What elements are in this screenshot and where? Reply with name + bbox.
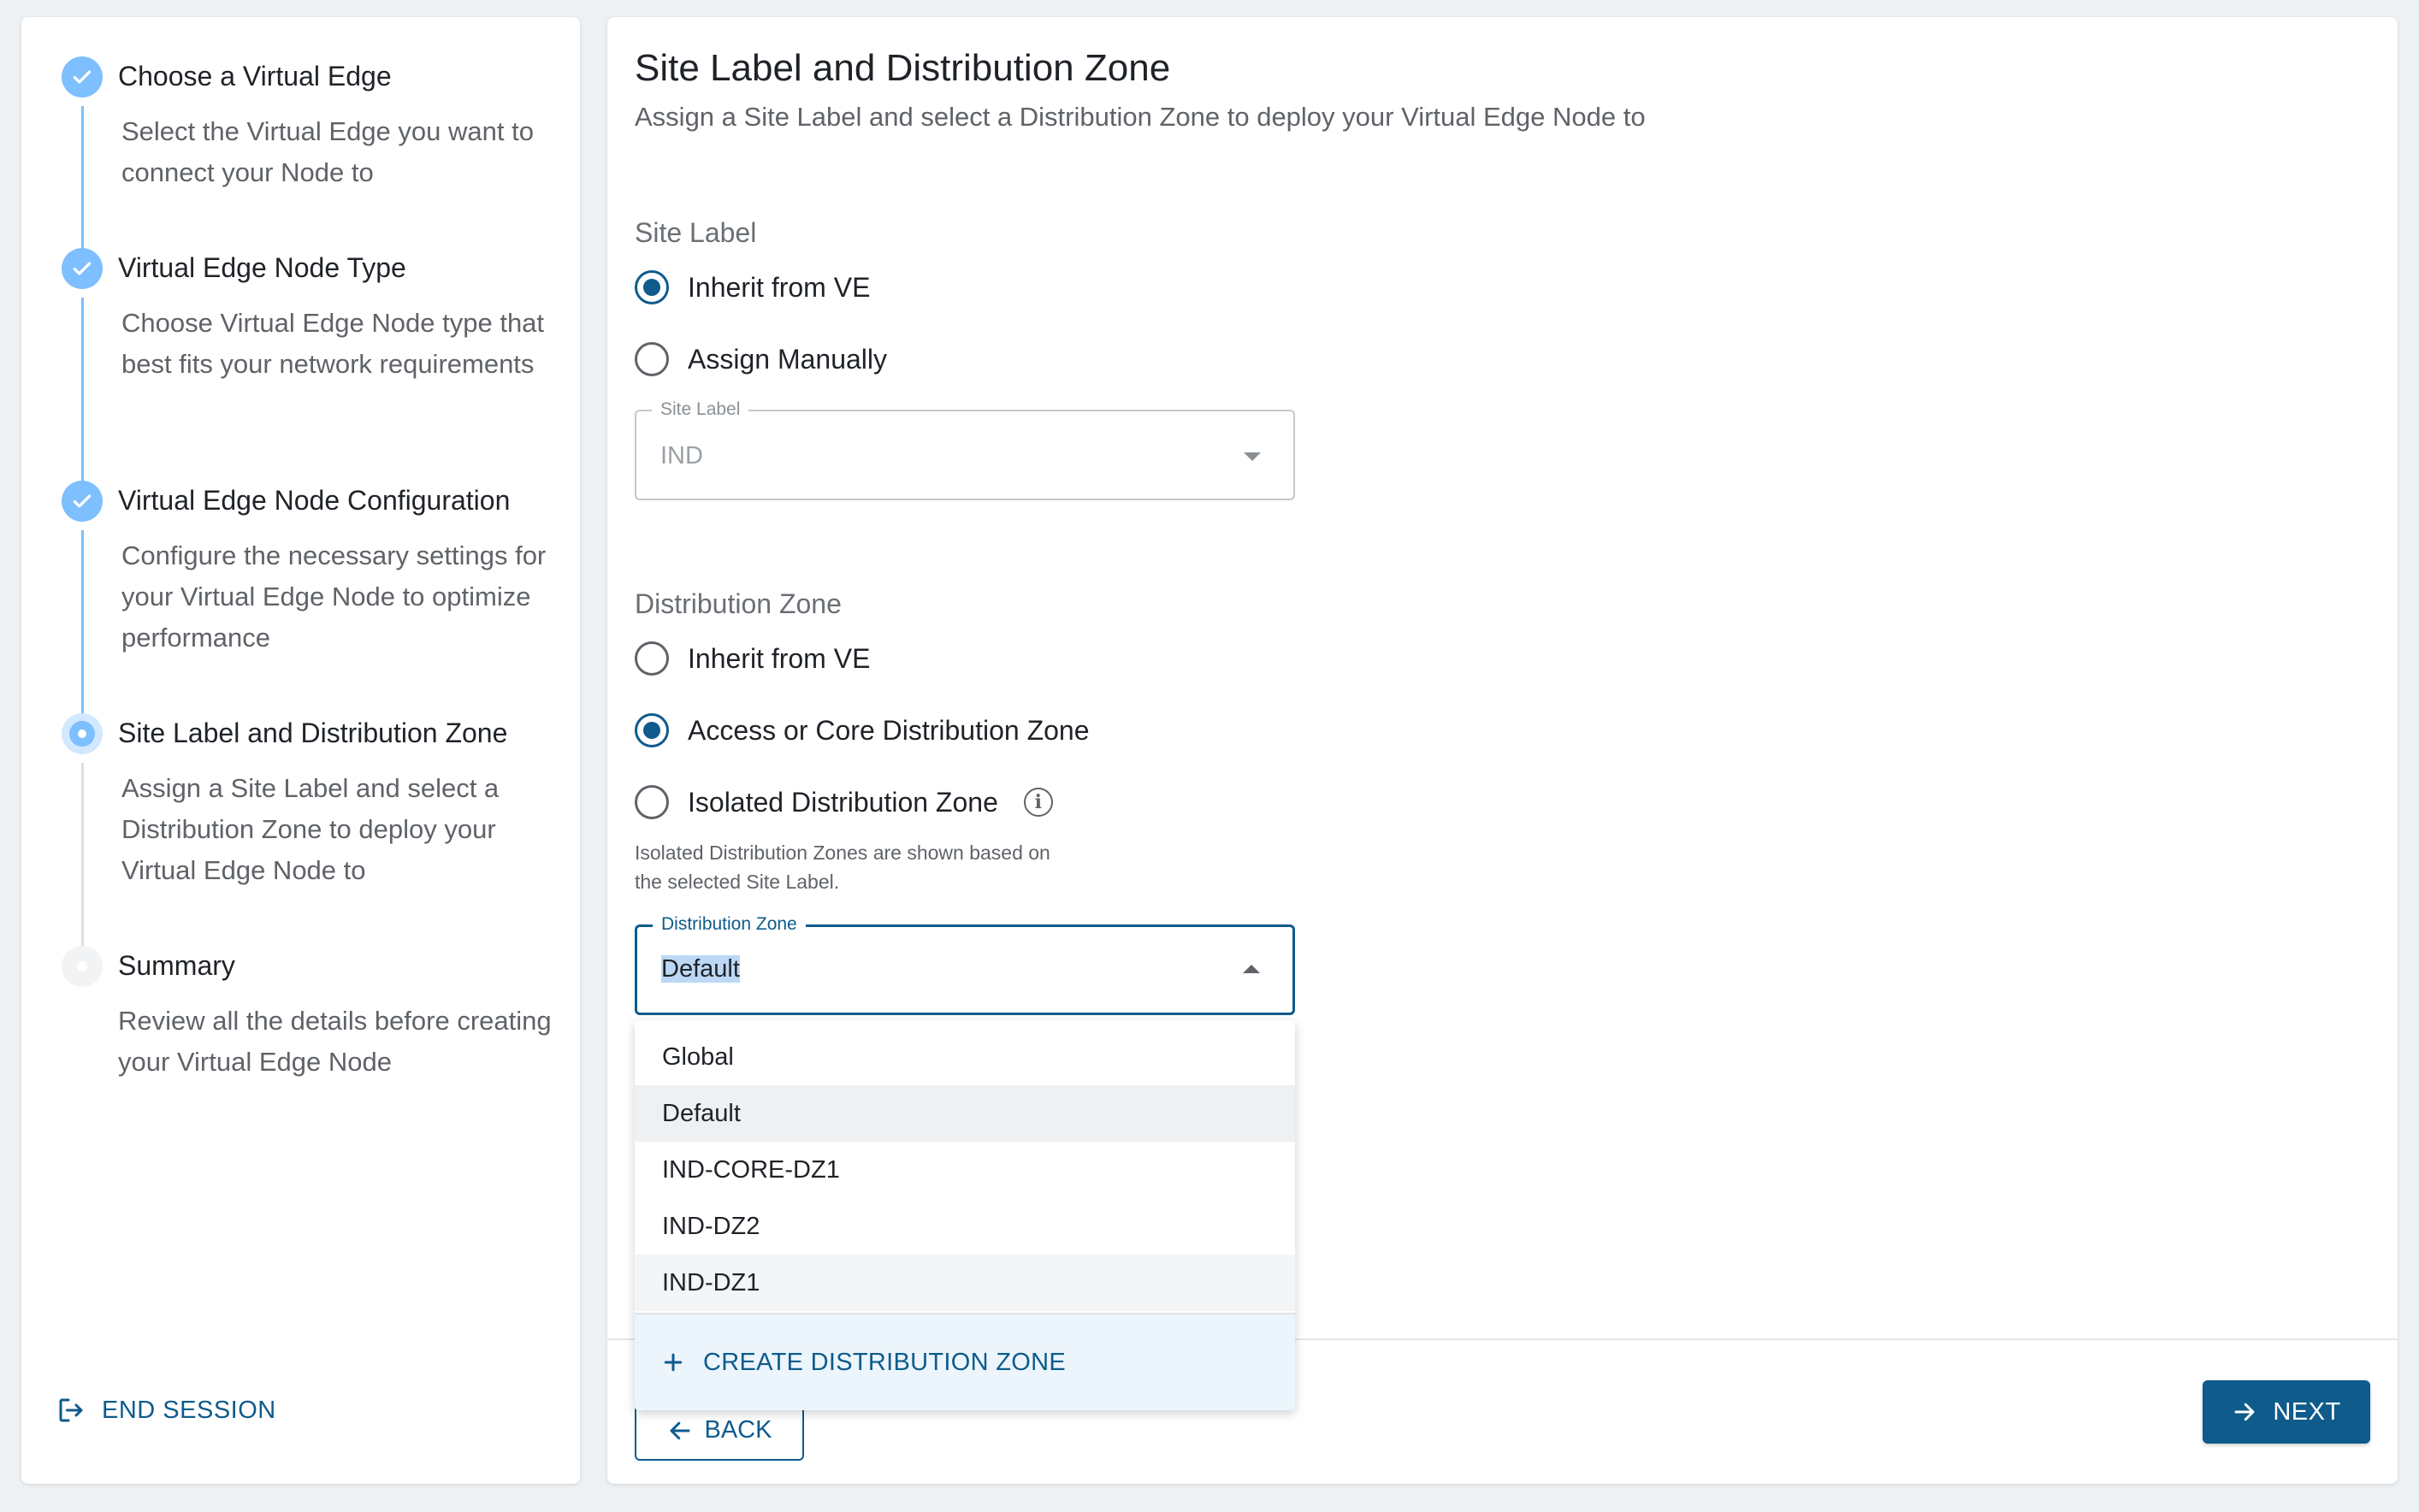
- menu-item-ind-core-dz1[interactable]: IND-CORE-DZ1: [635, 1142, 1295, 1198]
- page-subtitle: Assign a Site Label and select a Distrib…: [635, 102, 1646, 132]
- menu-item-global[interactable]: Global: [635, 1029, 1295, 1085]
- radio-button-checked[interactable]: [635, 270, 669, 304]
- step-4-description: Assign a Site Label and select a Distrib…: [121, 773, 500, 885]
- back-label: BACK: [704, 1416, 772, 1444]
- caret-up-icon: [1243, 965, 1260, 973]
- step-4-active-icon: [62, 713, 103, 754]
- arrow-right-icon: [2234, 1403, 2255, 1421]
- step-1-description: Select the Virtual Edge you want to conn…: [121, 116, 534, 187]
- radio-button[interactable]: [635, 641, 669, 676]
- radio-button[interactable]: [635, 785, 669, 819]
- next-button[interactable]: NEXT: [2203, 1380, 2370, 1444]
- site-label-field-legend: Site Label: [652, 399, 749, 420]
- step-3-description: Configure the necessary settings for you…: [121, 540, 547, 653]
- step-5-pending-icon: [62, 946, 103, 987]
- step-connector: [81, 298, 84, 484]
- step-5-description: Review all the details before creating y…: [118, 1006, 552, 1077]
- logout-icon: [59, 1398, 83, 1422]
- distribution-zone-section-label: Distribution Zone: [635, 588, 842, 619]
- site-label-field-value: IND: [660, 442, 703, 470]
- radio-button-checked[interactable]: [635, 713, 669, 747]
- radio-label: Inherit from VE: [688, 642, 871, 674]
- radio-label: Isolated Distribution Zone: [688, 786, 998, 818]
- step-2-title[interactable]: Virtual Edge Node Type: [118, 252, 406, 284]
- dz-option-access-core[interactable]: Access or Core Distribution Zone: [635, 712, 1090, 749]
- step-connector: [81, 106, 84, 251]
- distribution-zone-select[interactable]: Distribution Zone Default: [635, 914, 1295, 1015]
- selected-text: Default: [661, 955, 740, 983]
- end-session-label: END SESSION: [102, 1396, 276, 1424]
- menu-item-ind-dz1[interactable]: IND-DZ1: [635, 1255, 1295, 1311]
- step-1-check-icon: [62, 56, 103, 97]
- isolated-dz-helper-text: Isolated Distribution Zones are shown ba…: [635, 842, 1050, 893]
- plus-icon: [664, 1353, 683, 1372]
- step-2-description: Choose Virtual Edge Node type that best …: [121, 308, 545, 379]
- dz-option-isolated[interactable]: Isolated Distribution Zone i: [635, 783, 1053, 821]
- info-icon[interactable]: i: [1023, 788, 1053, 817]
- create-distribution-zone-label: CREATE DISTRIBUTION ZONE: [703, 1348, 1066, 1376]
- distribution-zone-field-legend: Distribution Zone: [653, 914, 806, 935]
- step-3-check-icon: [62, 481, 103, 522]
- radio-button[interactable]: [635, 342, 669, 376]
- step-4-title[interactable]: Site Label and Distribution Zone: [118, 718, 507, 749]
- radio-label: Assign Manually: [688, 343, 887, 375]
- step-5-title: Summary: [118, 950, 235, 981]
- step-connector: [81, 530, 84, 717]
- site-label-option-manual[interactable]: Assign Manually: [635, 340, 887, 378]
- arrow-left-icon: [670, 1421, 689, 1439]
- step-3-title[interactable]: Virtual Edge Node Configuration: [118, 485, 510, 517]
- wizard-sidebar: Choose a Virtual Edge Select the Virtual…: [21, 17, 580, 1484]
- site-label-section-label: Site Label: [635, 217, 757, 248]
- end-session-button[interactable]: END SESSION: [56, 1395, 276, 1426]
- step-connector: [81, 763, 84, 949]
- page-title: Site Label and Distribution Zone: [635, 47, 1171, 89]
- distribution-zone-menu: Global Default IND-CORE-DZ1 IND-DZ2 IND-…: [635, 1020, 1295, 1410]
- caret-down-icon: [1244, 452, 1261, 461]
- step-1-title[interactable]: Choose a Virtual Edge: [118, 61, 392, 92]
- distribution-zone-field-value[interactable]: Default: [661, 955, 740, 983]
- site-label-option-inherit[interactable]: Inherit from VE: [635, 269, 870, 306]
- step-2-check-icon: [62, 248, 103, 289]
- radio-label: Inherit from VE: [688, 271, 871, 303]
- radio-label: Access or Core Distribution Zone: [688, 714, 1090, 746]
- menu-item-default[interactable]: Default: [635, 1085, 1295, 1142]
- next-label: NEXT: [2273, 1397, 2341, 1426]
- dz-option-inherit[interactable]: Inherit from VE: [635, 640, 870, 677]
- menu-item-ind-dz2[interactable]: IND-DZ2: [635, 1198, 1295, 1255]
- site-label-select[interactable]: Site Label IND: [635, 399, 1295, 500]
- create-distribution-zone-button[interactable]: CREATE DISTRIBUTION ZONE: [635, 1313, 1295, 1410]
